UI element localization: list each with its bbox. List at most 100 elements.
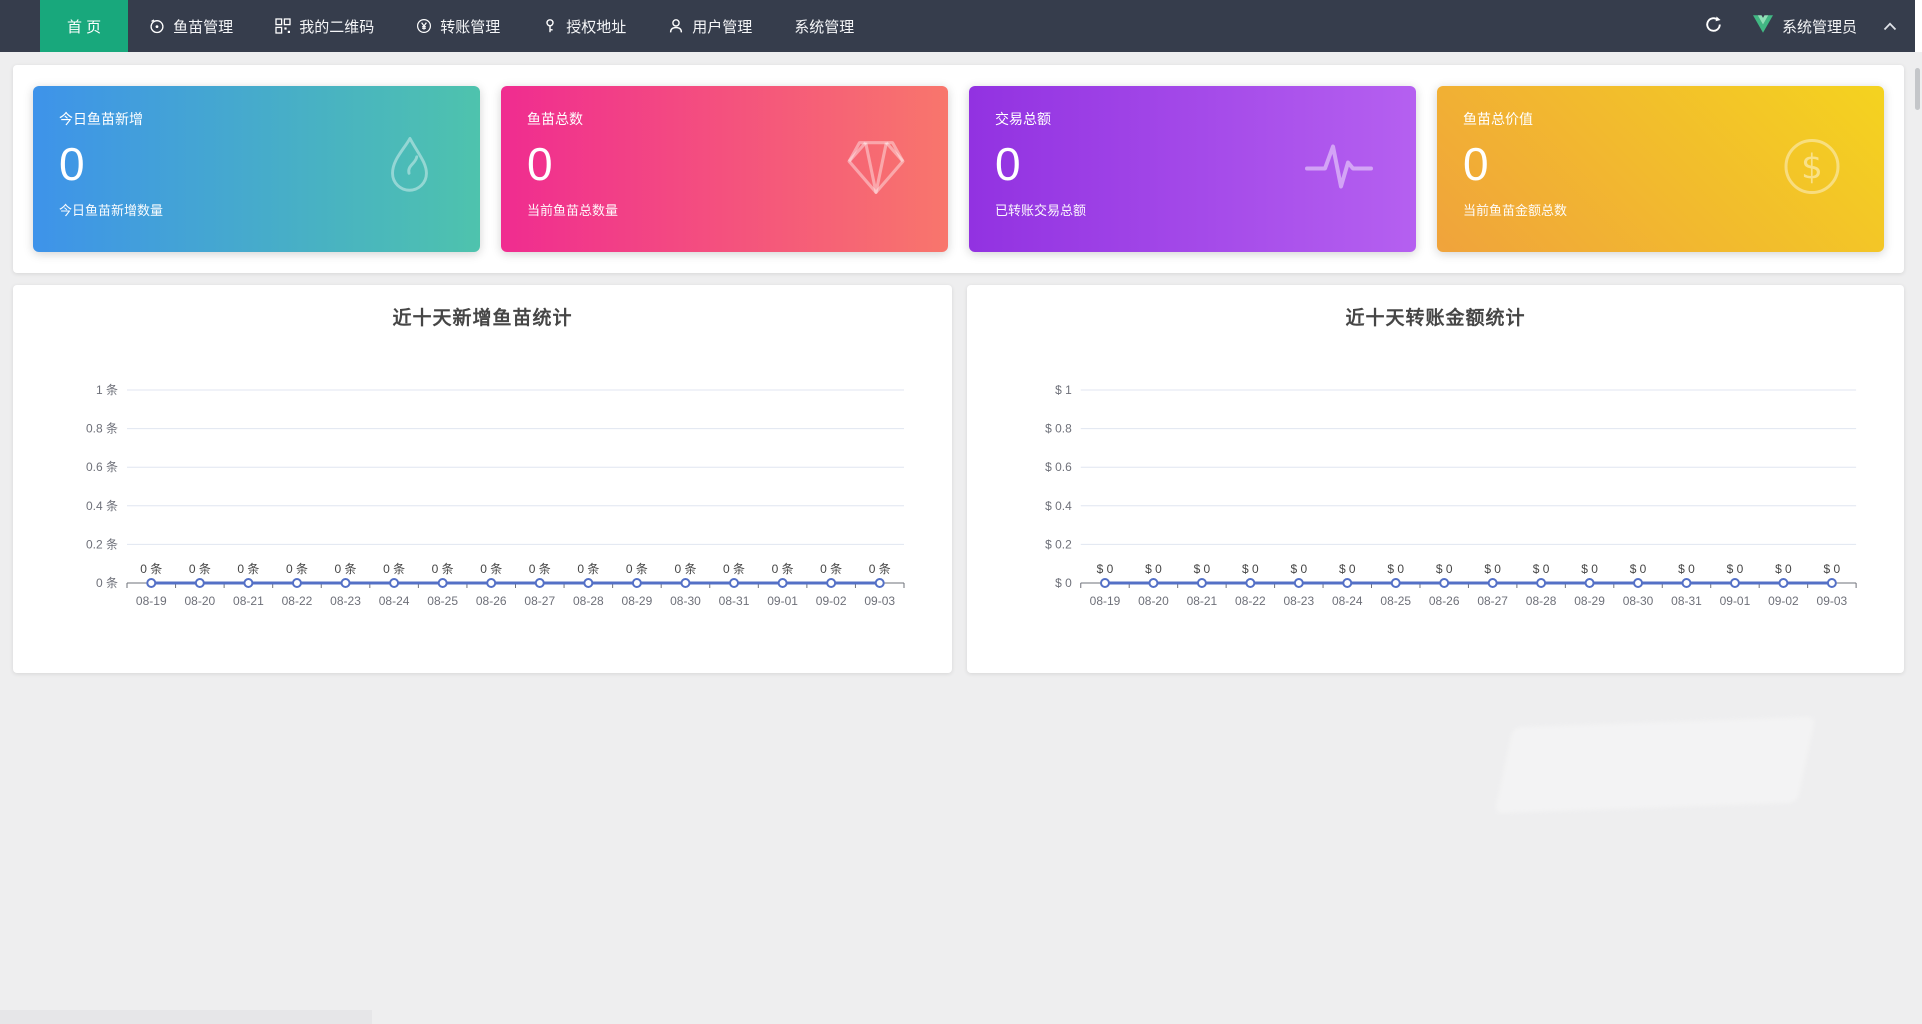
svg-text:08-30: 08-30 [670, 594, 701, 608]
stat-card-title: 鱼苗总数 [527, 110, 922, 129]
stat-card-title: 交易总额 [995, 110, 1390, 129]
svg-text:$ 0.6: $ 0.6 [1045, 460, 1072, 474]
nav-item-label: 授权地址 [566, 16, 626, 37]
svg-text:$ 0: $ 0 [1097, 562, 1114, 576]
svg-text:1 条: 1 条 [96, 383, 118, 397]
stat-card-subtitle: 已转账交易总额 [995, 202, 1390, 219]
stat-card-subtitle: 当前鱼苗金额总数 [1463, 202, 1858, 219]
main-menu: 首 页 鱼苗管理 我的二维码 [0, 0, 875, 52]
svg-text:09-01: 09-01 [767, 594, 798, 608]
svg-text:$ 0.4: $ 0.4 [1045, 499, 1072, 513]
top-navbar: 首 页 鱼苗管理 我的二维码 [0, 0, 1915, 52]
svg-text:08-24: 08-24 [1332, 594, 1363, 608]
svg-text:0 条: 0 条 [383, 562, 405, 576]
flame-icon [378, 133, 440, 206]
svg-text:$ 0.8: $ 0.8 [1045, 422, 1072, 436]
svg-text:$ 0: $ 0 [1242, 562, 1259, 576]
svg-text:09-02: 09-02 [1768, 594, 1799, 608]
svg-text:08-28: 08-28 [573, 594, 604, 608]
svg-text:08-24: 08-24 [379, 594, 410, 608]
svg-text:0 条: 0 条 [577, 562, 599, 576]
dollar-icon: $ [1780, 135, 1844, 204]
svg-text:08-26: 08-26 [1429, 594, 1460, 608]
svg-text:$ 0: $ 0 [1775, 562, 1792, 576]
svg-text:0.4 条: 0.4 条 [86, 499, 118, 513]
svg-text:08-25: 08-25 [1380, 594, 1411, 608]
nav-item-user-management[interactable]: 用户管理 [647, 0, 773, 52]
svg-text:$ 0: $ 0 [1678, 562, 1695, 576]
svg-text:0 条: 0 条 [772, 562, 794, 576]
navbar-right: 系统管理员 [1700, 0, 1915, 52]
nav-item-label: 鱼苗管理 [173, 16, 233, 37]
svg-text:$ 1: $ 1 [1055, 383, 1072, 397]
svg-text:0 条: 0 条 [432, 562, 454, 576]
taskbar-edge [0, 1010, 372, 1024]
nav-item-transfer-management[interactable]: 转账管理 [395, 0, 521, 52]
svg-text:0.6 条: 0.6 条 [86, 460, 118, 474]
svg-text:08-28: 08-28 [1526, 594, 1557, 608]
stat-card-title: 鱼苗总价值 [1463, 110, 1858, 129]
nav-item-label: 系统管理 [794, 16, 854, 37]
svg-text:0 条: 0 条 [674, 562, 696, 576]
svg-text:0 条: 0 条 [820, 562, 842, 576]
vertical-scrollbar[interactable] [1915, 68, 1920, 110]
svg-text:$ 0: $ 0 [1824, 562, 1841, 576]
svg-text:$ 0: $ 0 [1339, 562, 1356, 576]
stat-card-total-transactions: 交易总额 0 已转账交易总额 [969, 86, 1416, 252]
svg-text:0.2 条: 0.2 条 [86, 537, 118, 551]
svg-text:08-21: 08-21 [233, 594, 264, 608]
svg-text:$ 0: $ 0 [1727, 562, 1744, 576]
svg-text:08-20: 08-20 [184, 594, 215, 608]
transfer-amount-line-chart: $ 1$ 0.8$ 0.6$ 0.4$ 0.2$ 0$ 008-19$ 008-… [967, 285, 1904, 673]
svg-text:0 条: 0 条 [480, 562, 502, 576]
svg-text:09-03: 09-03 [1817, 594, 1848, 608]
chart-card-new-fry: 近十天新增鱼苗统计 1 条0.8 条0.6 条0.4 条0.2 条0 条0 条0… [13, 285, 952, 673]
stat-card-total-fry: 鱼苗总数 0 当前鱼苗总数量 [501, 86, 948, 252]
vue-logo-icon [1753, 15, 1773, 38]
chart-title: 近十天转账金额统计 [967, 285, 1904, 330]
svg-text:0 条: 0 条 [140, 562, 162, 576]
svg-text:0 条: 0 条 [335, 562, 357, 576]
svg-text:0 条: 0 条 [869, 562, 891, 576]
svg-text:$ 0: $ 0 [1055, 576, 1072, 590]
svg-text:08-31: 08-31 [1671, 594, 1702, 608]
nav-item-my-qrcode[interactable]: 我的二维码 [254, 0, 395, 52]
stats-panel: 今日鱼苗新增 0 今日鱼苗新增数量 鱼苗总数 0 当前鱼苗总数量 [13, 65, 1904, 273]
svg-text:08-20: 08-20 [1138, 594, 1169, 608]
watermark [1495, 717, 1816, 813]
svg-text:08-21: 08-21 [1187, 594, 1218, 608]
nav-item-authorized-address[interactable]: 授权地址 [521, 0, 647, 52]
nav-item-home[interactable]: 首 页 [40, 0, 128, 52]
svg-text:0 条: 0 条 [189, 562, 211, 576]
svg-text:09-01: 09-01 [1720, 594, 1751, 608]
svg-text:$ 0: $ 0 [1581, 562, 1598, 576]
nav-item-label: 我的二维码 [299, 16, 374, 37]
svg-text:0 条: 0 条 [626, 562, 648, 576]
refresh-button[interactable] [1700, 11, 1727, 41]
chart-card-transfer-amount: 近十天转账金额统计 $ 1$ 0.8$ 0.6$ 0.4$ 0.2$ 0$ 00… [967, 285, 1904, 673]
main-content: 今日鱼苗新增 0 今日鱼苗新增数量 鱼苗总数 0 当前鱼苗总数量 [13, 52, 1904, 673]
refresh-icon [1704, 15, 1723, 37]
nav-item-label: 首 页 [67, 16, 101, 37]
diamond-icon [844, 137, 908, 202]
svg-text:08-26: 08-26 [476, 594, 507, 608]
chevron-up-icon [1883, 22, 1897, 31]
svg-text:0 条: 0 条 [237, 562, 259, 576]
svg-text:$ 0: $ 0 [1387, 562, 1404, 576]
stat-card-total-fry-value: 鱼苗总价值 0 当前鱼苗金额总数 $ [1437, 86, 1884, 252]
nav-item-fry-management[interactable]: 鱼苗管理 [128, 0, 254, 52]
qrcode-icon [275, 18, 291, 34]
user-icon [668, 18, 684, 34]
svg-text:0 条: 0 条 [286, 562, 308, 576]
svg-text:0.8 条: 0.8 条 [86, 422, 118, 436]
svg-text:08-31: 08-31 [719, 594, 750, 608]
new-fry-line-chart: 1 条0.8 条0.6 条0.4 条0.2 条0 条0 条08-190 条08-… [13, 285, 952, 673]
svg-text:$ 0: $ 0 [1484, 562, 1501, 576]
pulse-icon [1302, 137, 1376, 202]
fish-icon [149, 18, 165, 34]
user-menu[interactable]: 系统管理员 [1753, 15, 1897, 38]
svg-text:08-25: 08-25 [427, 594, 458, 608]
nav-item-system-management[interactable]: 系统管理 [773, 0, 875, 52]
chart-title: 近十天新增鱼苗统计 [13, 285, 952, 330]
svg-text:09-02: 09-02 [816, 594, 847, 608]
